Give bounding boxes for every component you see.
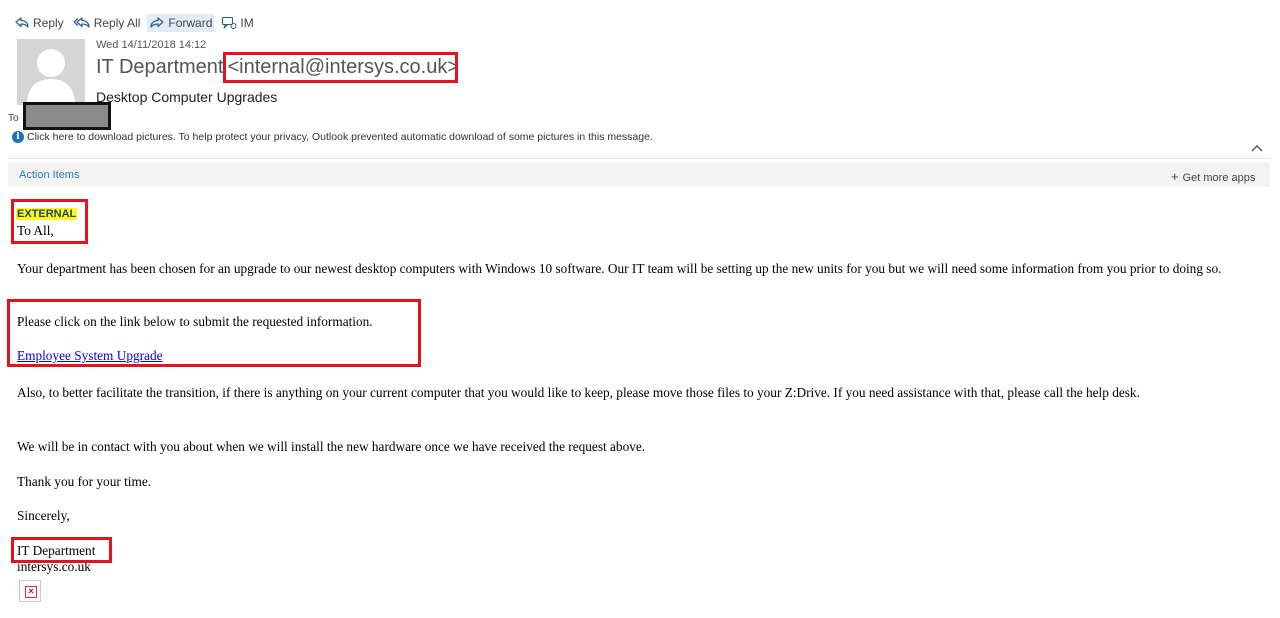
download-pictures-bar[interactable]: i Click here to download pictures. To he… (12, 131, 653, 143)
divider (8, 158, 1270, 159)
forward-button[interactable]: Forward (147, 14, 215, 32)
action-items-link[interactable]: Action Items (19, 169, 80, 181)
paragraph-upgrade: Your department has been chosen for an u… (17, 261, 1222, 276)
plus-icon: + (1171, 169, 1179, 184)
message-date: Wed 14/11/2018 14:12 (96, 39, 207, 51)
paragraph-transition: Also, to better facilitate the transitio… (17, 385, 1140, 400)
closing: Sincerely, (17, 508, 70, 523)
paragraph-contact: We will be in contact with you about whe… (17, 439, 646, 454)
get-more-apps-label: Get more apps (1182, 172, 1256, 184)
broken-image-icon[interactable]: × (19, 580, 41, 602)
reply-button[interactable]: Reply (12, 14, 66, 32)
signature-domain: intersys.co.uk (17, 559, 91, 574)
greeting: To All, (17, 223, 54, 238)
get-more-apps-button[interactable]: + Get more apps (1171, 169, 1255, 184)
collapse-header-button[interactable] (1251, 139, 1263, 155)
message-subject: Desktop Computer Upgrades (96, 89, 278, 105)
reply-all-label: Reply All (93, 16, 141, 30)
signature-name: IT Department (17, 543, 96, 558)
reply-all-icon (73, 17, 90, 28)
apps-bar (8, 162, 1270, 187)
person-icon (27, 49, 75, 105)
sender-avatar (17, 39, 85, 105)
highlight-box-sender-email (223, 52, 458, 83)
highlight-box-external (11, 199, 88, 244)
reply-all-button[interactable]: Reply All (71, 14, 143, 32)
forward-icon (150, 17, 164, 28)
info-icon: i (12, 131, 24, 143)
reply-label: Reply (33, 16, 64, 30)
recipient-redacted (23, 102, 111, 130)
chat-icon (222, 16, 237, 30)
chevron-up-icon (1251, 145, 1263, 152)
sender-name[interactable]: IT Department (96, 56, 223, 79)
paragraph-thanks: Thank you for your time. (17, 474, 152, 489)
im-label: IM (240, 16, 254, 30)
to-label: To (8, 113, 19, 124)
message-toolbar: Reply Reply All Forward IM (12, 13, 261, 33)
reply-icon (15, 17, 29, 28)
highlight-box-link (7, 299, 421, 367)
download-pictures-text: Click here to download pictures. To help… (27, 131, 653, 143)
highlight-box-signature (11, 537, 112, 563)
im-button[interactable]: IM (219, 14, 255, 32)
forward-label: Forward (168, 16, 213, 30)
